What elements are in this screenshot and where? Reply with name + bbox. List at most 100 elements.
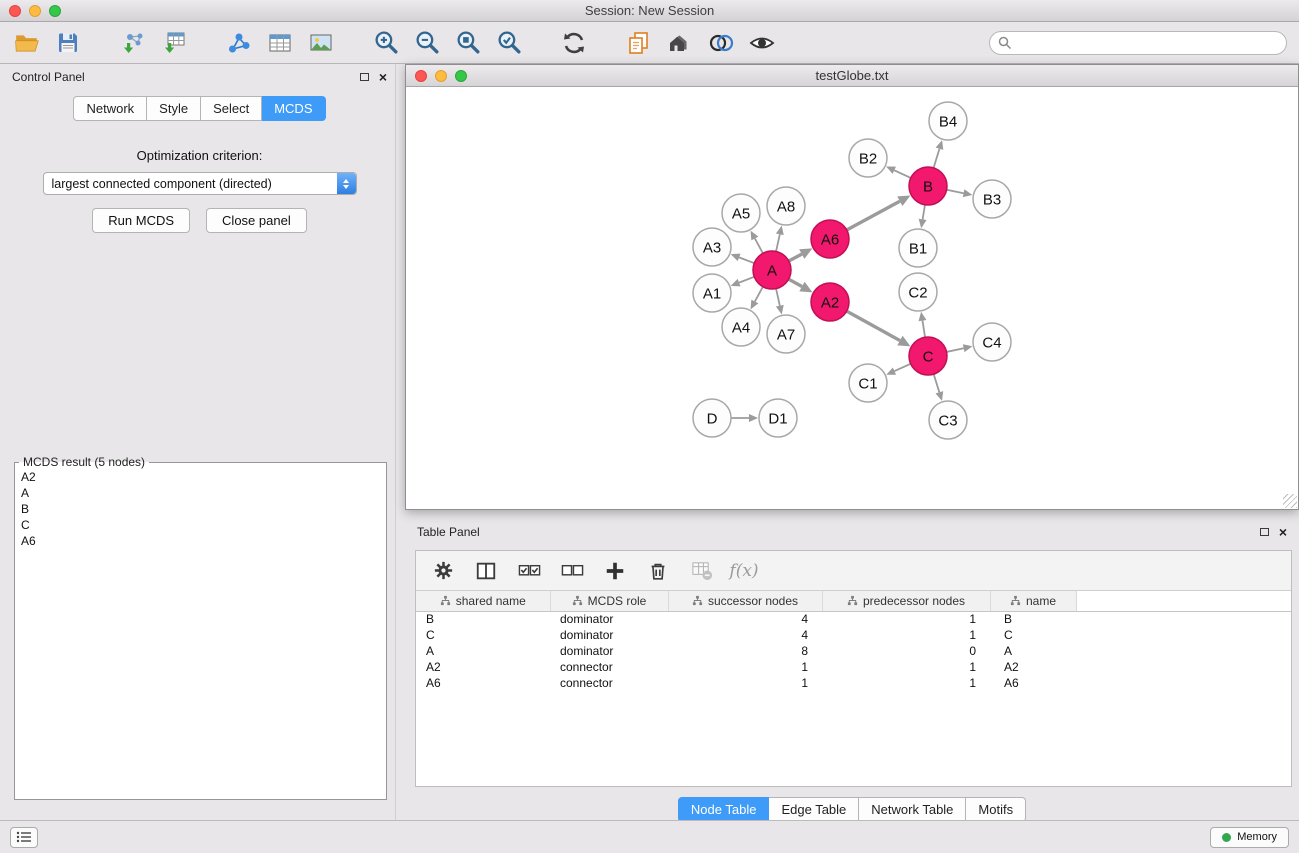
graph-edge-C-C3[interactable] <box>934 374 940 392</box>
table-row[interactable]: A6connector11A6 <box>416 675 1291 691</box>
graph-node-B[interactable]: B <box>909 167 947 205</box>
optimization-criterion-dropdown[interactable]: largest connected component (directed) <box>43 172 357 195</box>
network-graph[interactable]: B4B2BB3A5A8A6B1A3AC2A1A2A4A7C4CC1C3DD1 <box>406 87 1298 509</box>
function-builder-button[interactable]: f(x) <box>731 558 757 584</box>
graph-edge-A6-B[interactable] <box>847 201 900 230</box>
zoom-window-button[interactable] <box>49 5 61 17</box>
column-header-name[interactable]: name <box>990 591 1076 611</box>
add-column-button[interactable] <box>602 558 628 584</box>
tab-motifs[interactable]: Motifs <box>966 797 1026 822</box>
graph-node-D1[interactable]: D1 <box>759 399 797 437</box>
search-input[interactable] <box>989 31 1287 55</box>
table-settings-button[interactable] <box>430 558 456 584</box>
graph-node-C3[interactable]: C3 <box>929 401 967 439</box>
tab-style[interactable]: Style <box>147 96 201 121</box>
mcds-result-item[interactable]: A2 <box>15 469 386 485</box>
memory-button[interactable]: Memory <box>1210 827 1289 848</box>
graph-node-B3[interactable]: B3 <box>973 180 1011 218</box>
close-panel-button-mcds[interactable]: Close panel <box>206 208 307 233</box>
graph-node-C4[interactable]: C4 <box>973 323 1011 361</box>
resize-grip[interactable] <box>1283 494 1297 508</box>
venn-button[interactable] <box>706 28 736 58</box>
minimize-window-button[interactable] <box>29 5 41 17</box>
graph-edge-C-C2[interactable] <box>922 321 925 338</box>
graph-edge-C-C1[interactable] <box>894 364 910 371</box>
column-header-shared-name[interactable]: shared name <box>416 591 550 611</box>
tab-network[interactable]: Network <box>73 96 147 121</box>
new-table-button[interactable] <box>265 28 295 58</box>
mcds-result-item[interactable]: B <box>15 501 386 517</box>
run-mcds-button[interactable]: Run MCDS <box>92 208 190 233</box>
column-header-MCDS-role[interactable]: MCDS role <box>550 591 668 611</box>
graph-node-A3[interactable]: A3 <box>693 228 731 266</box>
graph-node-A2[interactable]: A2 <box>811 283 849 321</box>
graph-node-B2[interactable]: B2 <box>849 139 887 177</box>
graph-edge-A-A8[interactable] <box>776 234 780 251</box>
show-columns-button[interactable] <box>473 558 499 584</box>
zoom-selected-button[interactable] <box>494 28 524 58</box>
close-table-panel-button[interactable]: × <box>1279 525 1287 539</box>
column-header-predecessor-nodes[interactable]: predecessor nodes <box>822 591 990 611</box>
graph-node-A6[interactable]: A6 <box>811 220 849 258</box>
graph-edge-B-B4[interactable] <box>934 149 940 168</box>
table-row[interactable]: Adominator80A <box>416 643 1291 659</box>
copy-view-button[interactable] <box>624 28 654 58</box>
select-all-button[interactable] <box>516 558 542 584</box>
task-history-button[interactable] <box>10 827 38 848</box>
graph-node-D[interactable]: D <box>693 399 731 437</box>
tab-mcds[interactable]: MCDS <box>262 96 325 121</box>
float-panel-button[interactable] <box>360 73 369 81</box>
tab-edge-table[interactable]: Edge Table <box>769 797 859 822</box>
graph-node-A4[interactable]: A4 <box>722 308 760 346</box>
graph-edge-A-A7[interactable] <box>776 289 780 306</box>
graph-node-A1[interactable]: A1 <box>693 274 731 312</box>
network-minimize-button[interactable] <box>435 70 447 82</box>
import-table-button[interactable] <box>159 28 189 58</box>
graph-edge-C-C4[interactable] <box>947 348 964 352</box>
open-session-button[interactable] <box>12 28 42 58</box>
table-row[interactable]: A2connector11A2 <box>416 659 1291 675</box>
graph-edge-A-A1[interactable] <box>739 277 754 283</box>
graph-edge-B-B1[interactable] <box>923 205 925 220</box>
graph-node-C[interactable]: C <box>909 337 947 375</box>
import-network-button[interactable] <box>118 28 148 58</box>
graph-node-A5[interactable]: A5 <box>722 194 760 232</box>
export-image-button[interactable] <box>306 28 336 58</box>
tab-network-table[interactable]: Network Table <box>859 797 966 822</box>
network-canvas[interactable]: B4B2BB3A5A8A6B1A3AC2A1A2A4A7C4CC1C3DD1 <box>406 87 1298 509</box>
zoom-fit-button[interactable] <box>453 28 483 58</box>
table-row[interactable]: Cdominator41C <box>416 627 1291 643</box>
graph-edge-A2-C[interactable] <box>847 311 900 340</box>
graph-node-B4[interactable]: B4 <box>929 102 967 140</box>
graph-edge-A-A2[interactable] <box>789 279 802 286</box>
mcds-result-item[interactable]: A <box>15 485 386 501</box>
refresh-button[interactable] <box>559 28 589 58</box>
tab-select[interactable]: Select <box>201 96 262 121</box>
delete-table-button[interactable] <box>688 558 714 584</box>
graph-node-A8[interactable]: A8 <box>767 187 805 225</box>
network-window-titlebar[interactable]: testGlobe.txt <box>406 65 1298 87</box>
graph-node-A[interactable]: A <box>753 251 791 289</box>
close-panel-button[interactable]: × <box>379 70 387 84</box>
graph-edge-B-B2[interactable] <box>894 170 911 178</box>
deselect-all-button[interactable] <box>559 558 585 584</box>
delete-selected-button[interactable] <box>645 558 671 584</box>
graph-edge-B-B3[interactable] <box>947 190 964 193</box>
graph-edge-A-A6[interactable] <box>789 254 802 261</box>
save-session-button[interactable] <box>53 28 83 58</box>
new-network-button[interactable] <box>224 28 254 58</box>
show-details-button[interactable] <box>747 28 777 58</box>
zoom-in-button[interactable] <box>371 28 401 58</box>
graph-node-C2[interactable]: C2 <box>899 273 937 311</box>
graph-node-A7[interactable]: A7 <box>767 315 805 353</box>
table-row[interactable]: Bdominator41B <box>416 611 1291 627</box>
zoom-out-button[interactable] <box>412 28 442 58</box>
column-header-successor-nodes[interactable]: successor nodes <box>668 591 822 611</box>
graph-edge-A-A3[interactable] <box>739 257 754 263</box>
tab-node-table[interactable]: Node Table <box>678 797 770 822</box>
mcds-result-item[interactable]: A6 <box>15 533 386 549</box>
network-close-button[interactable] <box>415 70 427 82</box>
graph-edge-A-A4[interactable] <box>755 287 763 302</box>
graph-node-B1[interactable]: B1 <box>899 229 937 267</box>
mcds-result-item[interactable]: C <box>15 517 386 533</box>
